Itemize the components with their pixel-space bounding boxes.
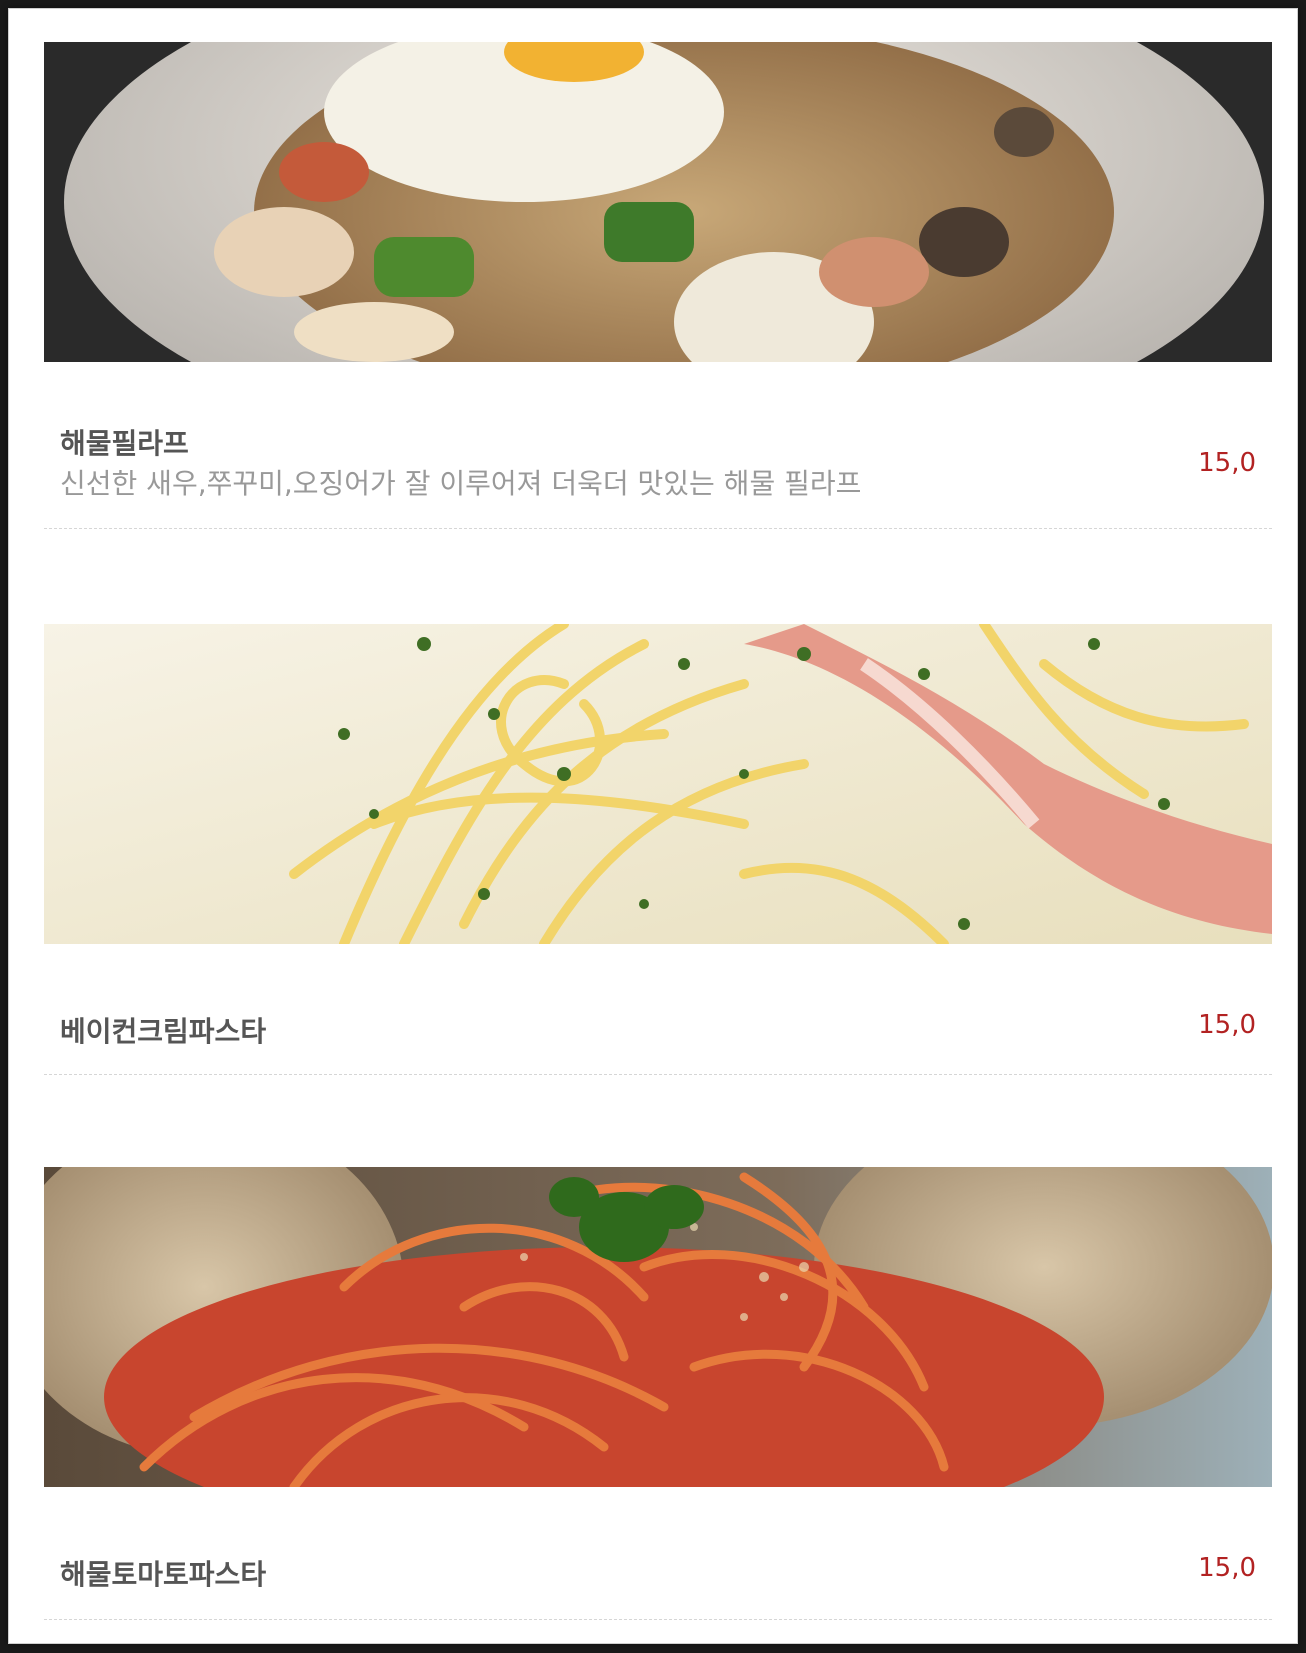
menu-item-name: 베이컨크림파스타 (60, 1015, 267, 1048)
bacon-cream-pasta-photo (44, 624, 1272, 944)
menu-item-name: 해물토마토파스타 (60, 1558, 267, 1591)
seafood-pilaf-photo (44, 42, 1272, 362)
menu-item-price: 15,0 (1198, 448, 1256, 478)
menu-item-seafood-pilaf[interactable]: 해물필라프 신선한 새우,쭈꾸미,오징어가 잘 이루어져 더욱더 맛있는 해물 … (44, 42, 1272, 529)
menu-item-price: 15,0 (1198, 1010, 1256, 1040)
menu-item-bacon-cream-pasta[interactable]: 베이컨크림파스타 15,0 (44, 624, 1272, 1075)
menu-panel: 해물필라프 신선한 새우,쭈꾸미,오징어가 잘 이루어져 더욱더 맛있는 해물 … (8, 8, 1298, 1644)
menu-item-price: 15,0 (1198, 1553, 1256, 1583)
menu-item-info: 해물토마토파스타 15,0 (44, 1487, 1272, 1620)
menu-item-info: 베이컨크림파스타 15,0 (44, 944, 1272, 1075)
seafood-tomato-pasta-photo (44, 1167, 1272, 1487)
menu-item-description: 신선한 새우,쭈꾸미,오징어가 잘 이루어져 더욱더 맛있는 해물 필라프 (60, 467, 862, 500)
menu-item-name: 해물필라프 (60, 427, 189, 460)
menu-item-seafood-tomato-pasta[interactable]: 해물토마토파스타 15,0 (44, 1167, 1272, 1620)
menu-item-info: 해물필라프 신선한 새우,쭈꾸미,오징어가 잘 이루어져 더욱더 맛있는 해물 … (44, 362, 1272, 529)
